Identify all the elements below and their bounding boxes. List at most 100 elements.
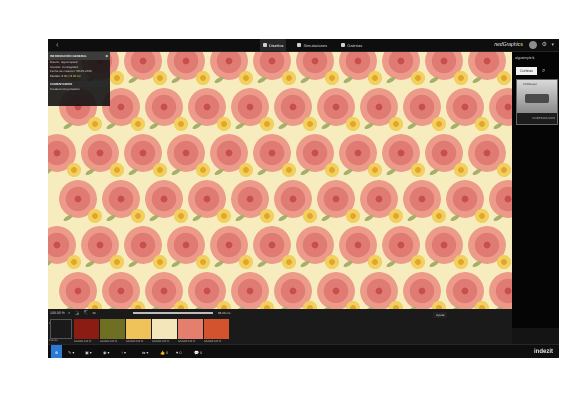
yellow-flower	[410, 254, 426, 270]
leaf	[428, 167, 440, 177]
gear-icon[interactable]: ⚙	[542, 40, 547, 50]
info-header: INFORMACIÓN GENERAL ⊗	[48, 52, 110, 60]
yellow-flower	[345, 300, 361, 309]
tab-disenos[interactable]: Diseños	[260, 39, 287, 51]
leaf	[277, 121, 289, 131]
canvas-tools[interactable]: ⌕⇲⇱▭	[68, 310, 101, 316]
yellow-flower	[324, 254, 340, 270]
yellow-flower	[152, 162, 168, 178]
yellow-flower	[238, 70, 254, 86]
yellow-flower	[281, 162, 297, 178]
leaf	[449, 213, 461, 223]
category-select[interactable]: Cortinas	[516, 67, 537, 75]
search-icon[interactable]: ⌕	[542, 67, 545, 75]
toolbar-button[interactable]: ◉ ▾	[103, 345, 110, 358]
zoom-level[interactable]: 100.00 %	[50, 310, 65, 316]
yellow-flower	[453, 70, 469, 86]
images-icon	[297, 43, 302, 47]
toolbar-label: ▾	[124, 349, 127, 355]
toolbar-icon: ♥	[176, 349, 179, 355]
leaf	[299, 167, 311, 177]
leaf	[105, 121, 117, 131]
color-swatch[interactable]: AAAA03 100 %	[126, 319, 151, 343]
yellow-flower	[324, 70, 340, 86]
toolbar-button[interactable]: ✎ ▾	[68, 345, 74, 358]
yellow-flower	[238, 162, 254, 178]
leaf	[342, 167, 354, 177]
yellow-flower	[367, 254, 383, 270]
yellow-flower	[216, 300, 232, 309]
yellow-flower	[431, 208, 447, 224]
leaf	[342, 259, 354, 269]
toolbar-button[interactable]: ↑ ▾	[121, 345, 126, 358]
color-swatch[interactable]: AAAA02 100 %	[100, 319, 125, 343]
info-panel: INFORMACIÓN GENERAL ⊗ Diseño: algosimple…	[48, 52, 110, 106]
tab-simulaciones[interactable]: Simulaciones	[294, 39, 330, 51]
chevron-down-icon[interactable]: ▾	[551, 40, 554, 50]
yellow-flower	[130, 208, 146, 224]
swatch-code: AAAA01 100 %	[74, 340, 92, 343]
thumbnail-label: 1000kaput	[523, 82, 538, 86]
leaf	[234, 213, 246, 223]
swatch-code: AAAA05 100 %	[178, 340, 196, 343]
color-swatch[interactable]: AAAA05 100 %	[178, 319, 203, 343]
yellow-flower	[302, 300, 318, 309]
leaf	[342, 75, 354, 85]
toolbar-button[interactable]: ♥ 0	[176, 345, 182, 358]
close-icon[interactable]: ⊗	[105, 52, 108, 60]
color-swatch[interactable]: AAAA04 100 %	[152, 319, 177, 343]
yellow-flower	[474, 300, 490, 309]
ruler-slider[interactable]	[133, 312, 213, 314]
ruler-value: 96.00 cm	[218, 311, 231, 315]
yellow-flower	[281, 254, 297, 270]
yellow-flower	[388, 116, 404, 132]
back-icon[interactable]: ‹	[56, 40, 59, 50]
toolbar-button[interactable]: 💬 0	[194, 345, 202, 358]
leaf	[320, 213, 332, 223]
pink-flower	[489, 272, 512, 309]
yellow-flower	[238, 254, 254, 270]
leaf	[363, 213, 375, 223]
yellow-flower	[345, 116, 361, 132]
color-swatch[interactable]: AAAA01 100 %	[74, 319, 99, 343]
leaf	[62, 121, 74, 131]
toolbar-label: 0	[179, 349, 182, 355]
yellow-flower	[173, 116, 189, 132]
yellow-flower	[66, 254, 82, 270]
leaf	[320, 121, 332, 131]
design-canvas[interactable]	[48, 52, 512, 309]
swatch-code: AAAA04 100 %	[152, 340, 170, 343]
yellow-flower	[496, 162, 512, 178]
toolbar-button[interactable]: ⊕	[51, 345, 62, 358]
pink-flower	[489, 88, 512, 126]
yellow-flower	[109, 162, 125, 178]
toolbar-icon: ↑	[121, 349, 123, 355]
simulation-card[interactable]: 1000kaput CORTINAS ROS	[516, 79, 558, 125]
sofa-image	[525, 94, 549, 103]
swatch-code: AAAA06 100 %	[204, 340, 222, 343]
yellow-flower	[195, 162, 211, 178]
yellow-flower	[410, 162, 426, 178]
toolbar-button[interactable]: ▣ ▾	[85, 345, 92, 358]
yellow-flower	[496, 254, 512, 270]
yellow-flower	[431, 300, 447, 309]
tab-galerias[interactable]: Galerías	[338, 39, 365, 51]
leaf	[385, 259, 397, 269]
leaf	[428, 75, 440, 85]
toolbar-icon: ⊕	[54, 349, 59, 355]
yellow-flower	[87, 116, 103, 132]
leaf	[105, 213, 117, 223]
toolbar-button[interactable]: 👍 0	[160, 345, 168, 358]
yellow-flower	[66, 162, 82, 178]
empty-swatch[interactable]	[50, 319, 72, 339]
color-swatch[interactable]: AAAA06 100 %	[204, 319, 229, 343]
swatch-code: AAAA03 100 %	[126, 340, 144, 343]
leaf	[213, 167, 225, 177]
toolbar-button[interactable]: ⇆ ▾	[142, 345, 148, 358]
leaf	[385, 167, 397, 177]
card-caption: CORTINAS ROS	[517, 113, 557, 124]
leaf	[170, 75, 182, 85]
yellow-flower	[474, 116, 490, 132]
yellow-flower	[281, 70, 297, 86]
avatar[interactable]	[529, 41, 537, 49]
